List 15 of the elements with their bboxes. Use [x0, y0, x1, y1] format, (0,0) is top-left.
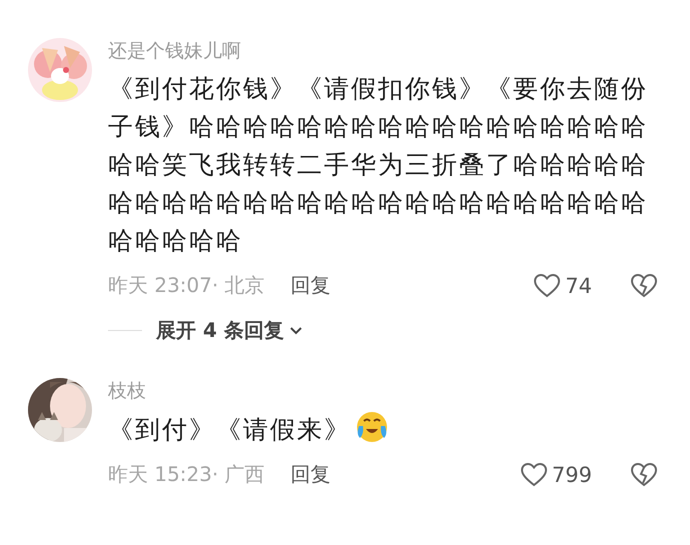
like-count: 74: [565, 274, 592, 298]
comment-time-location: 昨天 15:23· 广西: [108, 461, 265, 488]
expand-replies-button[interactable]: 展开 4 条回复: [156, 317, 302, 344]
comment-text: 《到付花你钱》《请假扣你钱》《要你去随份子钱》哈哈哈哈哈哈哈哈哈哈哈哈哈哈哈哈哈哈哈笑飞我转转二手华为三折叠了哈哈哈哈哈哈哈哈哈哈哈哈哈哈哈哈哈哈哈哈哈哈哈哈哈哈哈哈哈哈: [108, 73, 649, 257]
broken-heart-icon[interactable]: [630, 462, 658, 488]
heart-icon[interactable]: [520, 462, 548, 488]
reply-button[interactable]: 回复: [290, 461, 331, 488]
broken-heart-icon[interactable]: [630, 272, 658, 298]
like-count: 799: [552, 462, 592, 486]
comment-time-location: 昨天 23:07· 北京: [108, 272, 265, 299]
comment-text: 《到付》《请假来》: [108, 410, 674, 449]
reply-button[interactable]: 回复: [290, 272, 331, 299]
crying-laughing-face-icon: [355, 410, 389, 444]
chevron-down-icon: [290, 326, 302, 334]
heart-icon[interactable]: [533, 272, 562, 298]
